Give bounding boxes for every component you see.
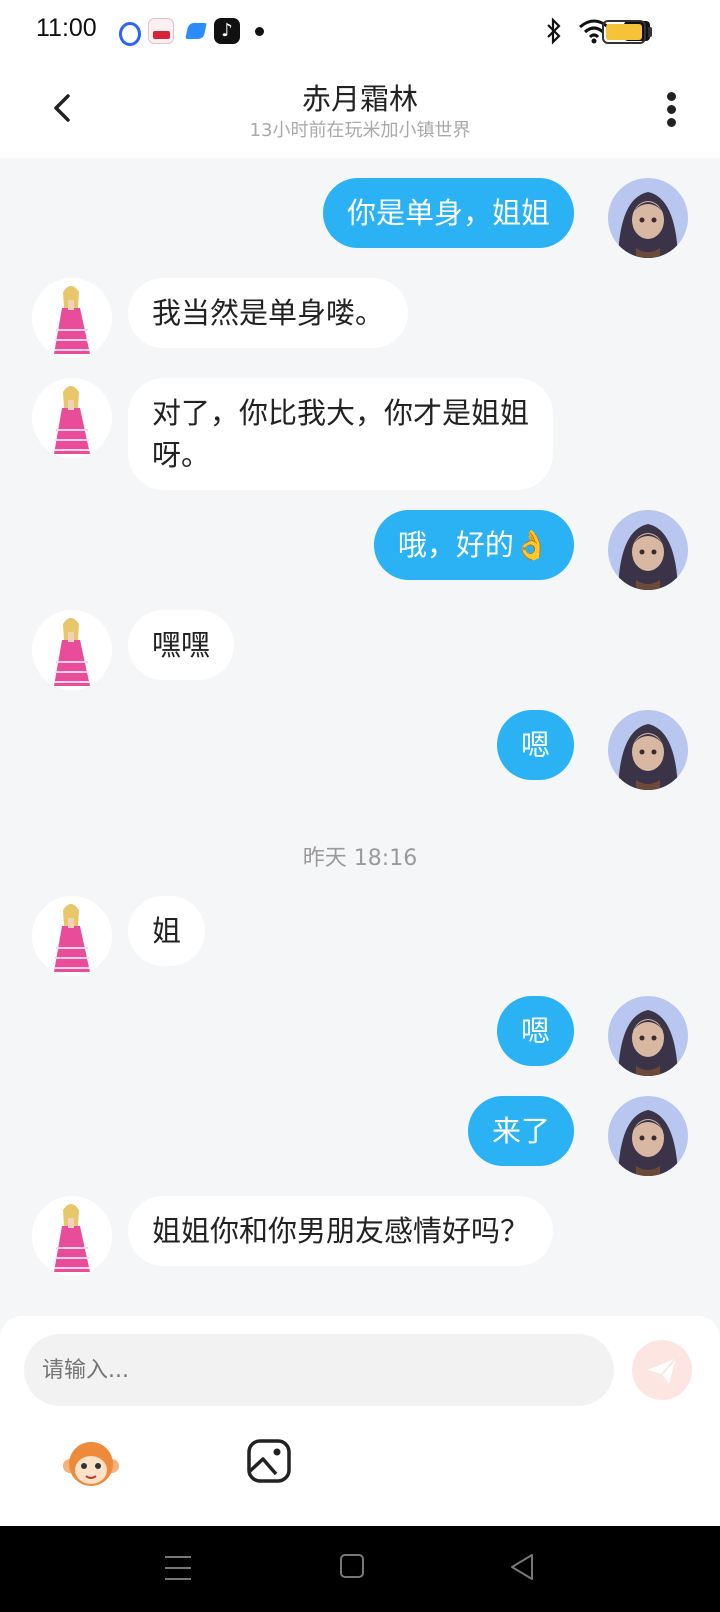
my-avatar[interactable] [608,996,688,1076]
tiktok-icon: ♪ [214,18,240,44]
image-picker-icon[interactable] [246,1438,292,1484]
more-options-button[interactable] [662,90,682,130]
message-bubble-incoming[interactable]: 嘿嘿 [128,610,235,680]
send-icon [648,1357,677,1384]
status-time: 11:00 [36,14,97,42]
my-avatar[interactable] [608,178,688,258]
message-bubble-outgoing[interactable]: 嗯 [496,710,574,780]
chat-subtitle: 13小时前在玩米加小镇世界 [249,120,471,141]
blue-app-icon [183,18,209,44]
contact-avatar[interactable] [32,896,112,976]
battery-icon [602,20,646,44]
message-input[interactable] [24,1334,614,1406]
message-bubble-incoming[interactable]: 对了，你比我大，你才是姐姐 呀。 [128,378,554,490]
status-bar: 11:00 ♪ ✕ [0,0,720,64]
monkey-emoji-icon[interactable] [62,1438,120,1490]
chat-header: 赤月霜林 13小时前在玩米加小镇世界 [0,64,720,158]
contact-avatar[interactable] [32,278,112,358]
news-app-icon [148,18,174,44]
message-bubble-outgoing[interactable]: 哦，好的👌 [373,510,574,580]
chat-title: 赤月霜林 [301,82,418,116]
contact-avatar[interactable] [32,610,112,690]
composer [0,1316,720,1526]
contact-avatar[interactable] [32,378,112,458]
message-bubble-outgoing[interactable]: 来了 [467,1096,574,1166]
message-bubble-incoming[interactable]: 姐 [128,896,206,966]
chat-timestamp: 昨天 18:16 [302,846,418,871]
my-avatar[interactable] [608,1096,688,1176]
dot-icon [255,27,264,36]
message-bubble-outgoing[interactable]: 你是单身，姐姐 [322,178,574,248]
contact-avatar[interactable] [32,1196,112,1276]
system-nav-bar [0,1526,720,1612]
menu-nav-button[interactable] [165,1556,193,1580]
send-button[interactable] [632,1340,692,1400]
home-nav-button[interactable] [340,1554,364,1578]
message-bubble-incoming[interactable]: 姐姐你和你男朋友感情好吗？ [128,1196,554,1266]
back-nav-button[interactable] [508,1552,536,1582]
message-bubble-incoming[interactable]: 我当然是单身喽。 [128,278,409,348]
baidu-icon [114,18,141,46]
my-avatar[interactable] [608,510,688,590]
message-bubble-outgoing[interactable]: 嗯 [496,996,574,1066]
chat-messages[interactable]: 你是单身，姐姐 我当然是单身喽。 对了，你比我大，你才是姐姐 呀。 哦，好的👌 … [0,158,720,1318]
bluetooth-icon [547,17,561,45]
my-avatar[interactable] [608,710,688,790]
